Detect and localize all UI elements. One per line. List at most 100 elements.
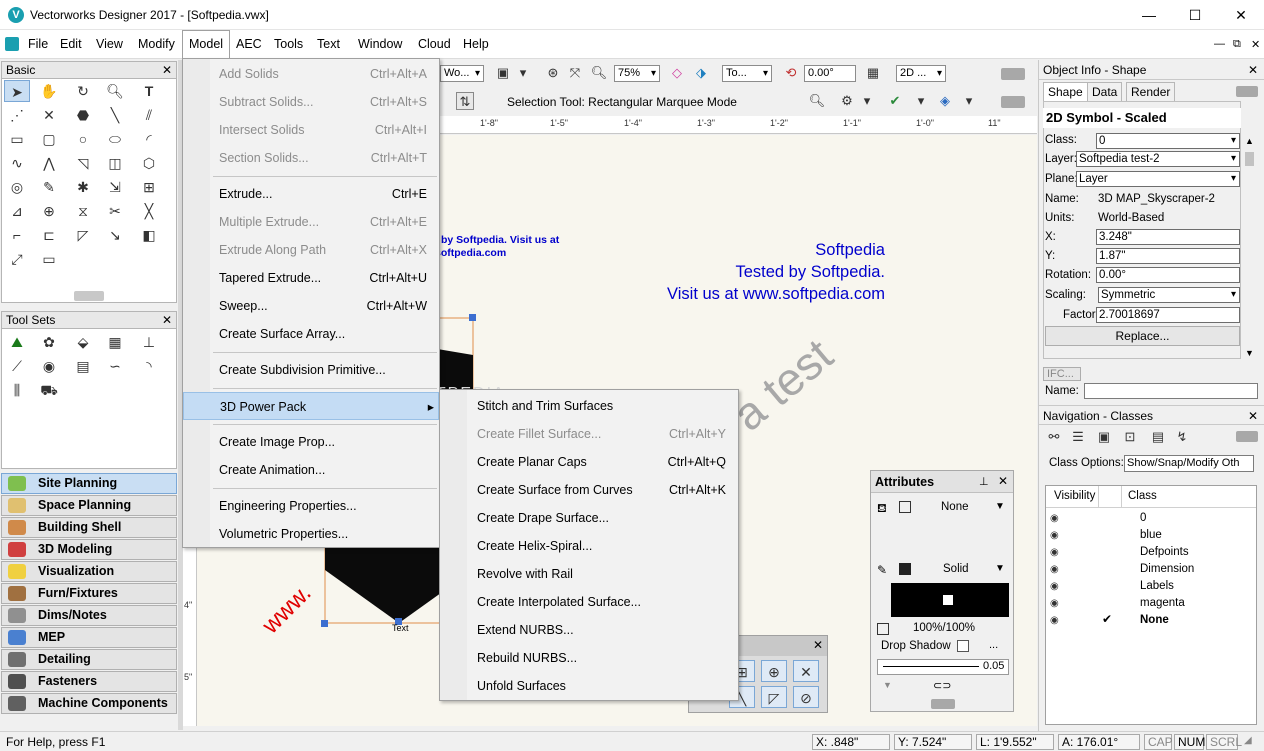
menu-tools[interactable]: Tools <box>268 30 309 59</box>
site-tool-icon[interactable]: ⛰ <box>4 331 30 353</box>
menu-aec[interactable]: AEC <box>230 30 268 59</box>
polygon-tool-icon[interactable]: ◹ <box>70 152 96 174</box>
menu-edit[interactable]: Edit <box>54 30 88 59</box>
visibility-eye-icon[interactable]: ◉ <box>1050 513 1059 524</box>
attributes-close-icon[interactable]: ✕ <box>998 474 1008 488</box>
modebar-overflow-button[interactable] <box>1001 96 1025 108</box>
object-info-scrollbar[interactable]: ▲ ▼ <box>1243 136 1256 358</box>
resize-grip-icon[interactable]: ◢ <box>1244 735 1252 746</box>
arrowhead-left-icon[interactable]: ▼ <box>883 680 892 690</box>
hexagon-tool-icon[interactable]: ⬡ <box>136 152 162 174</box>
class-row[interactable]: Defpoints <box>1140 546 1189 558</box>
toolset-space-planning[interactable]: Space Planning <box>1 495 177 516</box>
submenu-item-interpolated-surface[interactable]: Create Interpolated Surface... <box>440 588 738 616</box>
toolset-fasteners[interactable]: Fasteners <box>1 671 177 692</box>
ifc-button[interactable]: IFC... <box>1043 367 1081 381</box>
tab-render[interactable]: Render <box>1126 82 1176 102</box>
scaling-dropdown[interactable]: Symmetric <box>1098 287 1240 303</box>
circle-tool-icon[interactable]: ○ <box>70 128 96 150</box>
menu-cloud[interactable]: Cloud <box>412 30 457 59</box>
rotate-plan-icon[interactable]: ⟲ <box>782 64 800 82</box>
snap-magnifier-icon[interactable]: 🔍︎ <box>808 92 826 110</box>
replace-button[interactable]: Replace... <box>1045 326 1240 346</box>
snap-to-object-icon[interactable]: ⊕ <box>761 660 787 682</box>
menu-item-3d-power-pack[interactable]: 3D Power Pack ▸ <box>183 392 439 420</box>
toolset-furn-fixtures[interactable]: Furn/Fixtures <box>1 583 177 604</box>
menu-help[interactable]: Help <box>457 30 495 59</box>
menu-item-sweep[interactable]: Sweep... Ctrl+Alt+W <box>183 292 439 320</box>
doc-minimize-icon[interactable]: — <box>1214 38 1225 50</box>
object-info-header[interactable]: Object Info - Shape ✕ <box>1039 60 1264 80</box>
snap-dropdown-icon[interactable]: ▾ <box>912 92 930 110</box>
attribute-mapping-tool-icon[interactable]: ⇲ <box>102 176 128 198</box>
drawing-small-text-1[interactable]: by Softpedia. Visit us at <box>441 234 559 246</box>
navigation-overflow-button[interactable] <box>1236 431 1258 442</box>
class-row[interactable]: magenta <box>1140 597 1185 609</box>
link-icon[interactable]: ⊂⊃ <box>933 679 951 692</box>
navigation-header[interactable]: Navigation - Classes ✕ <box>1039 405 1264 425</box>
menu-window[interactable]: Window <box>352 30 408 59</box>
chamfer-tool-icon[interactable]: ◸ <box>70 224 96 246</box>
class-row[interactable]: Dimension <box>1140 563 1194 575</box>
visibility-eye-icon[interactable]: ◉ <box>1050 547 1059 558</box>
class-row[interactable]: Labels <box>1140 580 1174 592</box>
red-url-text[interactable]: www. <box>257 579 317 639</box>
eyedropper-tool-icon[interactable]: ✎ <box>36 176 62 198</box>
nav-classes-icon[interactable]: ⚯ <box>1045 428 1063 446</box>
toolset-machine-components[interactable]: Machine Components <box>1 693 177 714</box>
rectangle-tool-icon[interactable]: ▭ <box>4 128 30 150</box>
text-tool-icon[interactable]: T <box>136 80 162 102</box>
submenu-item-fillet-surface[interactable]: Create Fillet Surface... Ctrl+Alt+Y <box>440 420 738 448</box>
opacity-value[interactable]: 100%/100% <box>913 622 975 634</box>
submenu-item-unfold-surfaces[interactable]: Unfold Surfaces <box>440 672 738 700</box>
road-tool-icon[interactable]: ⊥ <box>136 331 162 353</box>
layer-dropdown[interactable]: Wo... <box>440 65 484 82</box>
toolset-building-shell[interactable]: Building Shell <box>1 517 177 538</box>
doc-restore-icon[interactable]: ⧉ <box>1233 38 1241 51</box>
page-boundary-icon[interactable]: ◇ <box>668 64 686 82</box>
basic-palette-close-icon[interactable]: ✕ <box>162 62 172 79</box>
menu-text[interactable]: Text <box>311 30 346 59</box>
menu-model[interactable]: Model <box>182 30 231 59</box>
marquee-mode-icon[interactable]: ⇅ <box>456 92 474 110</box>
zoom-objects-icon[interactable]: ⤧ <box>566 64 584 82</box>
class-row[interactable]: blue <box>1140 529 1162 541</box>
submenu-item-extend-nurbs[interactable]: Extend NURBS... <box>440 616 738 644</box>
scroll-down-icon[interactable]: ▼ <box>1245 348 1254 358</box>
tab-shape[interactable]: Shape <box>1043 82 1088 102</box>
attributes-more-button[interactable] <box>931 699 955 709</box>
class-row-active[interactable]: None <box>1140 614 1169 626</box>
group-tool-icon[interactable]: ▭ <box>36 248 62 270</box>
menu-item-volumetric-properties[interactable]: Volumetric Properties... <box>183 520 439 548</box>
basic-scroll-down-button[interactable] <box>74 291 104 301</box>
vehicle-tool-icon[interactable]: ⛟ <box>36 379 62 401</box>
pipe-tool-icon[interactable]: ⟋ <box>4 355 30 377</box>
mirror-tool-icon[interactable]: ⧖ <box>70 200 96 222</box>
visibility-eye-icon[interactable]: ◉ <box>1050 615 1059 626</box>
reshape-tool-icon[interactable]: ⊿ <box>4 200 30 222</box>
polyline-tool-icon[interactable]: ⋀ <box>36 152 62 174</box>
menu-item-add-solids[interactable]: Add Solids Ctrl+Alt+A <box>183 60 439 88</box>
fill-style-value[interactable]: None <box>941 501 969 513</box>
toolset-dims-notes[interactable]: Dims/Notes <box>1 605 177 626</box>
nav-saved-views-icon[interactable]: ▤ <box>1149 428 1167 446</box>
class-row[interactable]: 0 <box>1140 512 1146 524</box>
oval-tool-icon[interactable]: ⬭ <box>102 128 128 150</box>
nav-viewports-icon[interactable]: ⊡ <box>1121 428 1139 446</box>
text-object-label[interactable]: Text <box>392 623 409 633</box>
toolset-mep[interactable]: MEP <box>1 627 177 648</box>
object-info-close-icon[interactable]: ✕ <box>1248 60 1258 80</box>
drop-shadow-more-button[interactable]: ... <box>989 639 998 651</box>
plane-icon[interactable]: ⬗ <box>692 64 710 82</box>
selection-tool-icon[interactable]: ➤ <box>4 80 30 102</box>
nav-layers-icon[interactable]: ☰ <box>1069 428 1087 446</box>
class-dropdown[interactable]: 0 <box>1096 133 1240 149</box>
menu-item-create-surface-array[interactable]: Create Surface Array... <box>183 320 439 348</box>
pen-dropdown-icon[interactable]: ▼ <box>995 563 1005 574</box>
menu-item-create-image-prop[interactable]: Create Image Prop... <box>183 428 439 456</box>
rounded-rect-tool-icon[interactable]: ▢ <box>36 128 62 150</box>
menu-item-multiple-extrude[interactable]: Multiple Extrude... Ctrl+Alt+E <box>183 208 439 236</box>
clip-tool-icon[interactable]: ⤢ <box>4 248 30 270</box>
menu-file[interactable]: File <box>22 30 54 59</box>
x-field[interactable]: 3.248" <box>1096 229 1240 245</box>
